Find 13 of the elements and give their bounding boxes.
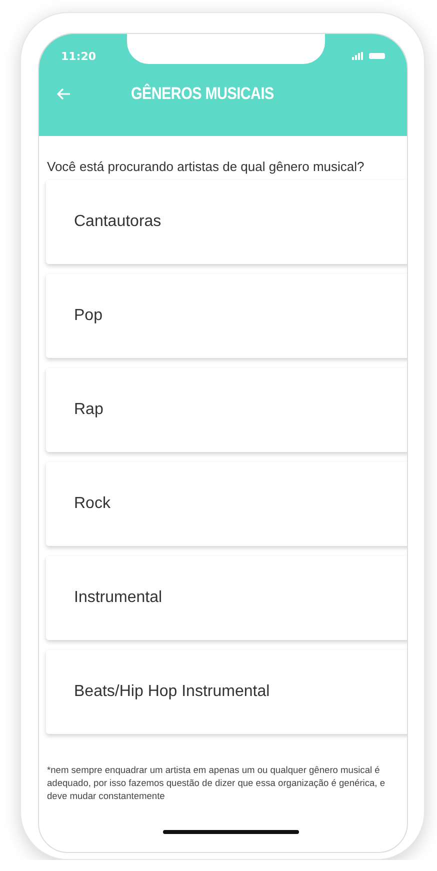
- question-text: Você está procurando artistas de qual gênero musical?: [47, 158, 366, 176]
- genre-card[interactable]: Rap: [46, 368, 407, 452]
- genre-card[interactable]: Cantautoras: [46, 180, 407, 264]
- status-time: 11:20: [61, 50, 96, 62]
- battery-icon: [369, 53, 385, 59]
- screen-title: GÊNEROS MUSICAIS: [131, 84, 274, 104]
- genre-card[interactable]: Beats/Hip Hop Instrumental: [46, 650, 407, 734]
- back-arrow-icon[interactable]: [57, 88, 71, 100]
- genre-card[interactable]: Rock: [46, 462, 407, 546]
- genre-card[interactable]: Instrumental: [46, 556, 407, 640]
- signal-icon: [352, 52, 364, 60]
- footnote-text: *nem sempre enquadrar um artista em apenas um ou qualquer gênero musical é adequado, por isso fazemos questão de dizer que essa organização é genérica, e deve mudar constantemente: [47, 764, 386, 803]
- genre-card[interactable]: Pop: [46, 274, 407, 358]
